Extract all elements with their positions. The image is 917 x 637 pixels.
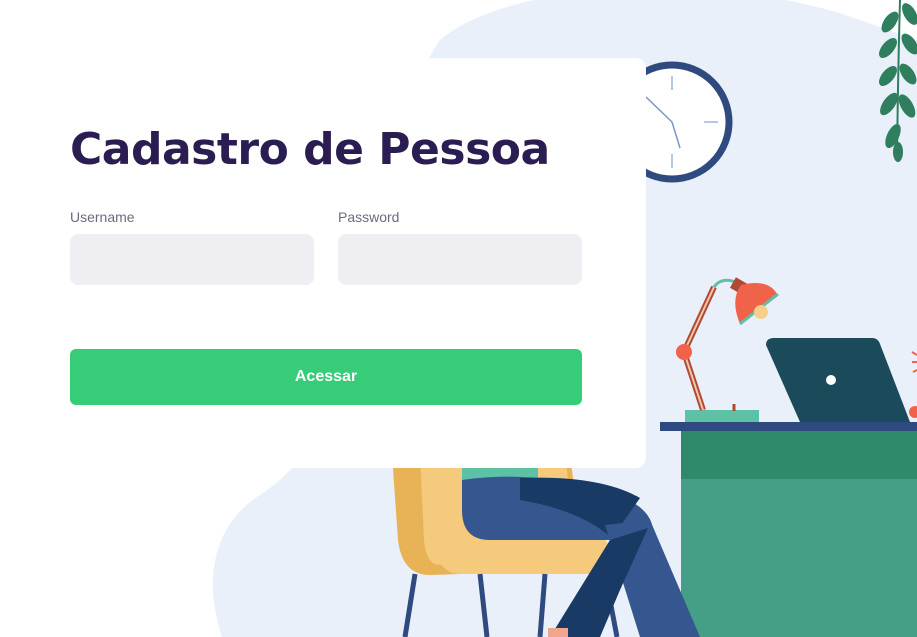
page-title: Cadastro de Pessoa — [70, 124, 550, 175]
password-field[interactable] — [338, 234, 582, 285]
username-label: Username — [70, 209, 135, 225]
password-label: Password — [338, 209, 400, 225]
username-field[interactable] — [70, 234, 314, 285]
acessar-button[interactable]: Acessar — [70, 349, 582, 405]
login-page: Cadastro de Pessoa Username Password Ace… — [0, 0, 917, 637]
desk-icon — [660, 422, 917, 637]
